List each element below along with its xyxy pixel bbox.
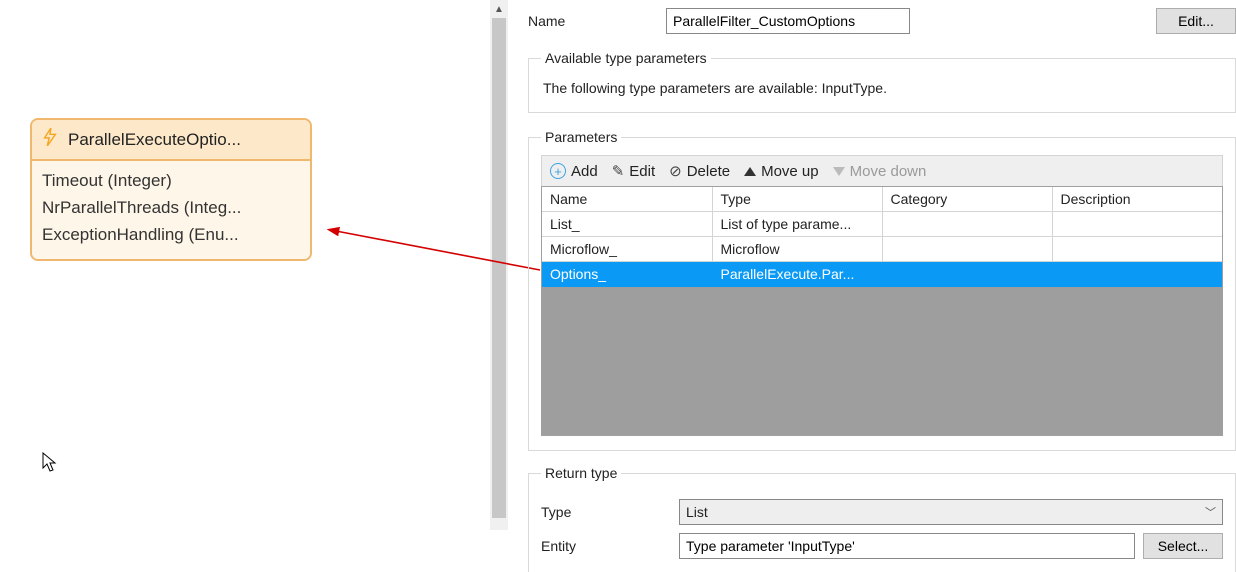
cell-description	[1052, 262, 1222, 287]
cell-type: Microflow	[712, 237, 882, 262]
vertical-scrollbar[interactable]: ▲	[490, 0, 508, 530]
scroll-up-icon[interactable]: ▲	[490, 0, 508, 18]
pencil-icon: ✎	[612, 162, 625, 180]
delete-button[interactable]: ⊘ Delete	[669, 162, 730, 180]
table-row[interactable]: List_List of type parame...	[542, 212, 1222, 237]
entity-input[interactable]	[679, 533, 1135, 559]
move-down-button: Move down	[833, 163, 927, 180]
add-label: Add	[571, 163, 598, 180]
parameters-toolbar: + Add ✎ Edit ⊘ Delete Move up Move down	[541, 155, 1223, 186]
entity-label: Entity	[541, 538, 671, 554]
select-entity-button[interactable]: Select...	[1143, 533, 1223, 559]
available-type-params-text: The following type parameters are availa…	[543, 80, 1221, 96]
move-up-label: Move up	[761, 163, 819, 180]
cell-name: Options_	[542, 262, 712, 287]
entity-title: ParallelExecuteOptio...	[68, 130, 241, 150]
entity-card[interactable]: ParallelExecuteOptio... Timeout (Integer…	[30, 118, 312, 261]
cell-name: List_	[542, 212, 712, 237]
col-type[interactable]: Type	[712, 187, 882, 212]
parameters-grid[interactable]: Name Type Category Description List_List…	[541, 186, 1223, 436]
table-row[interactable]: Options_ParallelExecute.Par...	[542, 262, 1222, 287]
table-row[interactable]: Microflow_Microflow	[542, 237, 1222, 262]
move-down-label: Move down	[850, 163, 927, 180]
type-value: List	[686, 504, 708, 520]
edit-button[interactable]: Edit...	[1156, 8, 1236, 34]
col-category[interactable]: Category	[882, 187, 1052, 212]
add-button[interactable]: + Add	[550, 163, 598, 180]
return-type-legend: Return type	[541, 465, 621, 481]
triangle-up-icon	[744, 167, 756, 176]
mouse-cursor-icon	[42, 452, 60, 479]
plus-icon: +	[550, 163, 566, 179]
cell-category	[882, 212, 1052, 237]
delete-label: Delete	[687, 163, 730, 180]
col-name[interactable]: Name	[542, 187, 712, 212]
parameters-legend: Parameters	[541, 129, 621, 145]
entity-attr: NrParallelThreads (Integ...	[42, 194, 300, 221]
name-label: Name	[528, 13, 658, 29]
available-type-params-group: Available type parameters The following …	[528, 50, 1236, 113]
cell-type: List of type parame...	[712, 212, 882, 237]
parameters-group: Parameters + Add ✎ Edit ⊘ Delete Move up…	[528, 129, 1236, 451]
edit-param-button[interactable]: ✎ Edit	[612, 162, 655, 180]
col-description[interactable]: Description	[1052, 187, 1222, 212]
cell-description	[1052, 212, 1222, 237]
edit-label: Edit	[629, 163, 655, 180]
name-input[interactable]	[666, 8, 910, 34]
scroll-thumb[interactable]	[492, 18, 506, 518]
cell-category	[882, 237, 1052, 262]
triangle-down-icon	[833, 167, 845, 176]
annotation-arrow-icon	[322, 215, 552, 275]
cell-description	[1052, 237, 1222, 262]
type-select[interactable]: List ﹀	[679, 499, 1223, 525]
available-type-params-legend: Available type parameters	[541, 50, 711, 66]
entity-attr: ExceptionHandling (Enu...	[42, 221, 300, 248]
cell-type: ParallelExecute.Par...	[712, 262, 882, 287]
cell-category	[882, 262, 1052, 287]
return-type-group: Return type Type List ﹀ Entity Select...	[528, 465, 1236, 572]
lightning-icon	[42, 128, 58, 151]
type-label: Type	[541, 504, 671, 520]
entity-attr: Timeout (Integer)	[42, 167, 300, 194]
cell-name: Microflow_	[542, 237, 712, 262]
chevron-down-icon: ﹀	[1205, 504, 1216, 520]
move-up-button[interactable]: Move up	[744, 163, 819, 180]
prohibit-icon: ⊘	[669, 162, 682, 180]
